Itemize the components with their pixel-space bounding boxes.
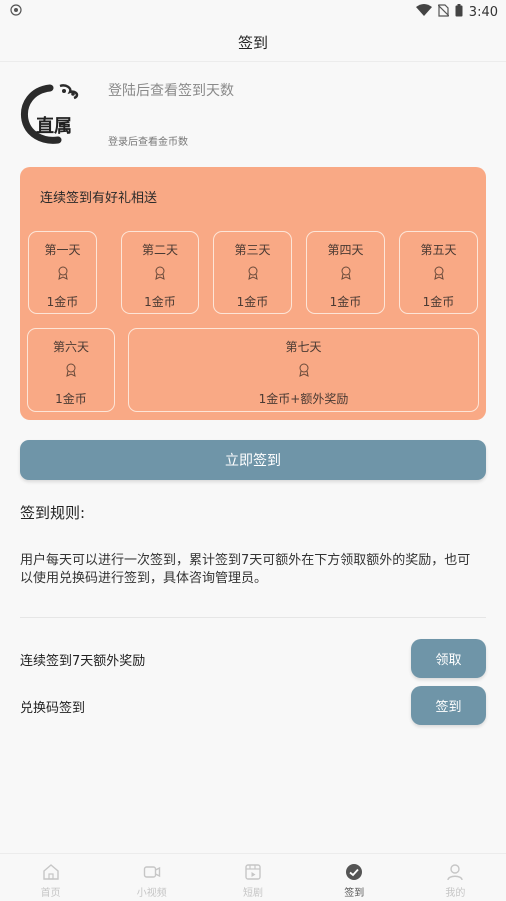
app-header: 签到 (0, 24, 506, 62)
medal-icon (340, 266, 351, 280)
day-card: 第五天 1金币 (399, 231, 478, 314)
medal-icon (247, 266, 258, 280)
bonus-reward-label: 连续签到7天额外奖励 (20, 654, 146, 669)
medal-icon (66, 363, 76, 377)
notification-icon (10, 4, 22, 20)
nav-item-short-video[interactable]: 小视频 (101, 854, 202, 901)
rewards-title: 连续签到有好礼相送 (40, 191, 158, 206)
coins-prompt: 登录后查看金币数 (108, 137, 188, 148)
rules-heading: 签到规则: (20, 504, 86, 522)
day-label: 第四天 (327, 243, 364, 257)
claim-button[interactable]: 领取 (411, 639, 486, 678)
check-circle-icon (346, 864, 363, 880)
nav-item-drama[interactable]: 短剧 (202, 854, 303, 901)
avatar-text: 直属 (36, 116, 72, 137)
day-reward: 1金币 (329, 295, 362, 309)
day-card: 第一天 1金币 (28, 231, 97, 314)
status-time: 3:40 (468, 4, 498, 20)
nav-label: 小视频 (136, 888, 167, 899)
battery-icon (455, 3, 463, 21)
user-icon (447, 864, 464, 881)
day-reward: 1金币 (144, 295, 176, 309)
divider (20, 617, 486, 618)
bottom-nav: 首页 小视频 短剧 签到 我的 (0, 853, 506, 901)
nav-label: 我的 (445, 888, 466, 899)
day-label: 第三天 (234, 243, 271, 257)
page-title: 签到 (237, 34, 268, 52)
day-reward: 1金币 (46, 295, 79, 309)
nav-item-home[interactable]: 首页 (0, 854, 101, 901)
status-bar: 3:40 (0, 0, 506, 24)
profile-section: 直属 登陆后查看签到天数 登录后查看金币数 (20, 76, 486, 156)
home-icon (42, 864, 59, 880)
no-sim-icon (437, 3, 450, 21)
video-icon (143, 866, 160, 878)
wifi-icon (415, 4, 432, 20)
nav-label: 短剧 (243, 888, 263, 899)
day-label: 第七天 (285, 340, 322, 354)
medal-icon (433, 266, 444, 280)
medal-icon (57, 266, 68, 280)
day-reward: 1金币 (55, 392, 87, 406)
medal-icon (155, 266, 165, 280)
film-icon (245, 864, 261, 880)
rules-text: 用户每天可以进行一次签到，累计签到7天可额外在下方领取额外的奖励，也可以使用兑换… (20, 553, 471, 586)
rewards-panel: 连续签到有好礼相送 第一天 1金币 第二天 1金币 第三天 1金币 第四天 1金… (20, 167, 486, 420)
day-reward: 1金币+额外奖励 (258, 392, 349, 406)
sign-in-button[interactable]: 立即签到 (20, 440, 486, 480)
avatar[interactable]: 直属 (20, 82, 88, 144)
redeem-code-label: 兑换码签到 (20, 701, 86, 716)
day-label: 第六天 (52, 340, 89, 354)
nav-item-sign-in[interactable]: 签到 (304, 854, 405, 901)
day-card: 第三天 1金币 (213, 231, 292, 314)
day-label: 第一天 (44, 243, 81, 257)
redeem-sign-button[interactable]: 签到 (411, 686, 486, 725)
day-card: 第四天 1金币 (306, 231, 385, 314)
day-reward: 1金币 (236, 295, 269, 309)
nav-label: 签到 (344, 888, 365, 899)
day-label: 第五天 (420, 243, 457, 257)
day-label: 第二天 (141, 243, 178, 257)
day-card: 第六天 1金币 (27, 328, 115, 412)
medal-icon (298, 363, 309, 377)
nav-label: 首页 (40, 888, 61, 899)
day-card: 第二天 1金币 (121, 231, 199, 314)
nav-item-profile[interactable]: 我的 (405, 854, 506, 901)
day-card: 第七天 1金币+额外奖励 (128, 328, 479, 412)
day-reward: 1金币 (422, 295, 455, 309)
login-prompt[interactable]: 登陆后查看签到天数 (108, 80, 234, 100)
